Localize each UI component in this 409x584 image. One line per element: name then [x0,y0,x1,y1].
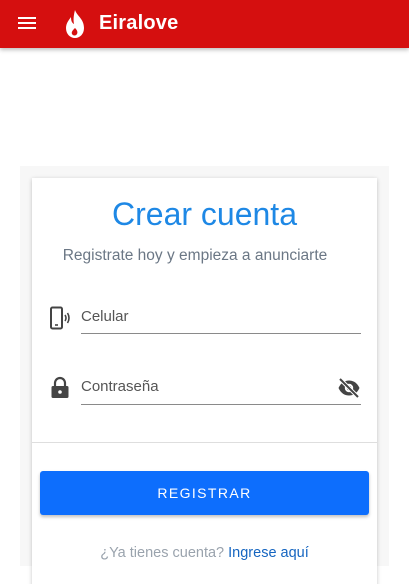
card-divider [32,442,377,443]
page-title: Crear cuenta [112,196,297,232]
password-field[interactable]: Contraseña [81,378,159,395]
eye-off-icon[interactable] [337,376,361,400]
app-bar: Eiralove [0,0,409,48]
app-title: Eiralove [99,12,179,34]
phone-field-underline [81,333,361,334]
phone-field[interactable]: Celular [81,308,129,325]
page-subtitle: Registrate hoy y empieza a anunciarte [62,247,328,264]
flame-icon [66,10,84,38]
menu-icon[interactable] [16,14,38,34]
login-link[interactable]: Ingrese aquí [228,545,309,561]
phone-icon [50,306,70,330]
login-prompt: ¿Ya tienes cuenta? Ingrese aquí [0,545,409,561]
login-question: ¿Ya tienes cuenta? [100,545,225,561]
lock-icon [51,376,69,398]
register-button[interactable]: REGISTRAR [40,471,369,515]
password-field-underline [81,404,361,405]
